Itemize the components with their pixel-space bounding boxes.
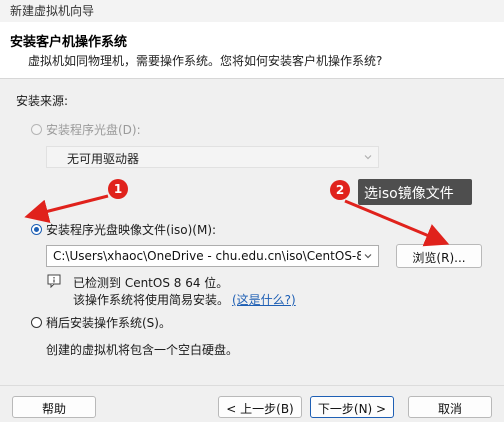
- wizard-footer: 帮助 < 上一步(B) 下一步(N) > 取消: [0, 388, 504, 422]
- hint-tooltip-text: 选iso镜像文件: [364, 186, 454, 202]
- arrow-to-browse-button: [344, 199, 450, 247]
- back-button[interactable]: < 上一步(B): [218, 396, 302, 418]
- help-button-label: 帮助: [41, 402, 66, 416]
- step-badge-1: 1: [108, 179, 128, 199]
- hint-tooltip: 选iso镜像文件: [358, 179, 472, 205]
- cancel-button[interactable]: 取消: [408, 396, 492, 418]
- next-button[interactable]: 下一步(N) >: [310, 396, 394, 418]
- annotation-arrows: [24, 194, 450, 247]
- back-button-label: < 上一步(B): [226, 402, 294, 416]
- step-badge-2: 2: [330, 180, 350, 200]
- arrow-to-iso-radio: [24, 194, 109, 223]
- footer-divider: [0, 385, 504, 386]
- help-button[interactable]: 帮助: [12, 396, 96, 418]
- cancel-button-label: 取消: [437, 402, 462, 416]
- next-button-label: 下一步(N) >: [317, 402, 387, 416]
